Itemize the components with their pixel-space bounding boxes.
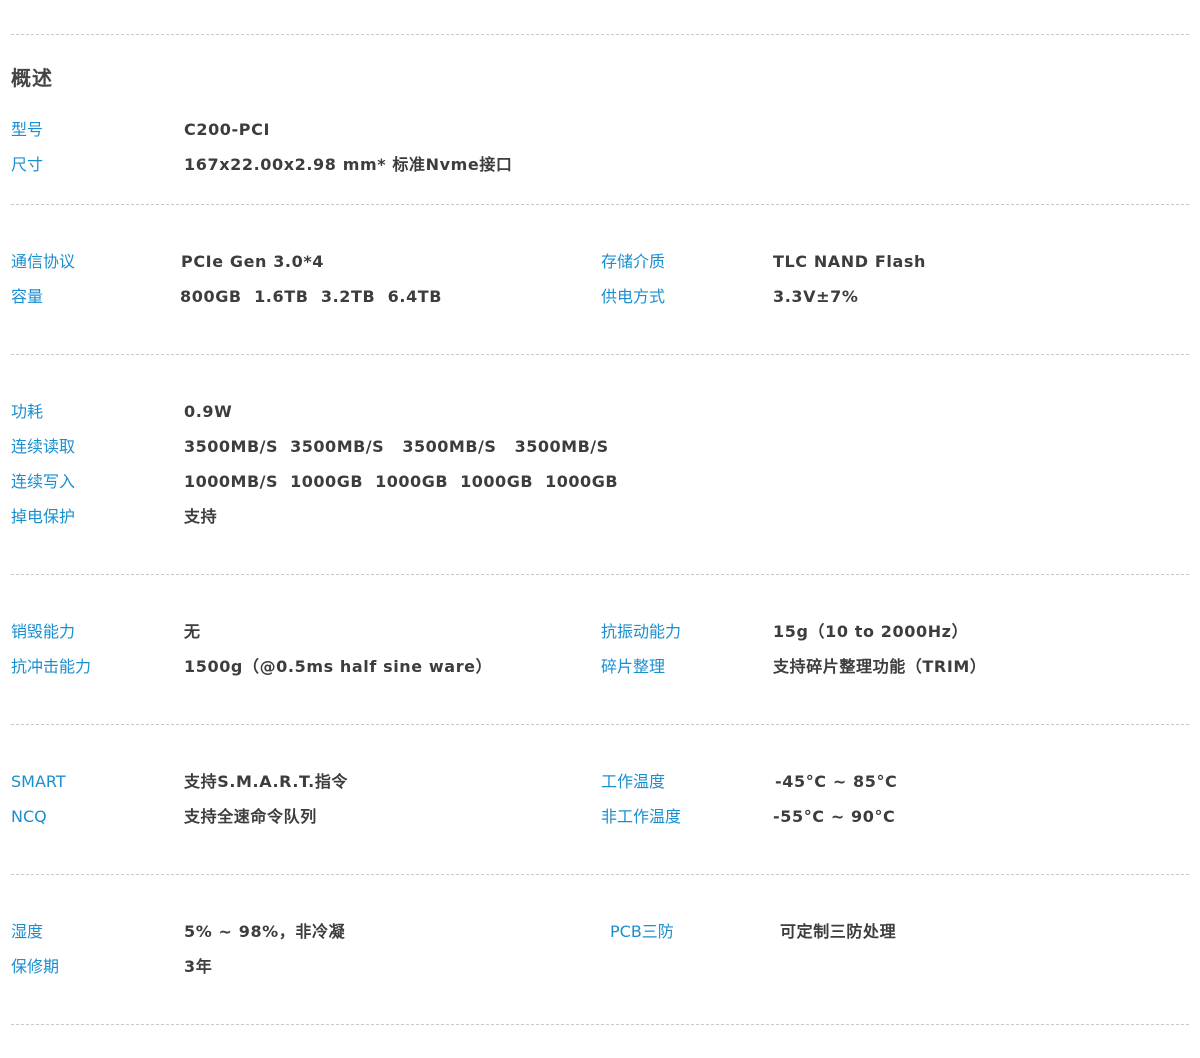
shock-label: 抗冲击能力 — [11, 657, 92, 676]
nonop-temp-label: 非工作温度 — [601, 807, 682, 826]
seq-read-value: 3500MB/S 3500MB/S 3500MB/S 3500MB/S — [184, 437, 609, 456]
humidity-value: 5% ~ 98%，非冷凝 — [184, 922, 346, 941]
consumption-label: 功耗 — [11, 402, 44, 421]
model-value: C200-PCI — [184, 120, 271, 139]
section-divider — [11, 354, 1189, 355]
warranty-value: 3年 — [184, 957, 213, 976]
overview-title: 概述 — [11, 66, 53, 90]
pcb-value: 可定制三防处理 — [780, 922, 897, 941]
vibration-label: 抗振动能力 — [601, 622, 682, 641]
destroy-label: 销毁能力 — [11, 622, 76, 641]
smart-label: SMART — [11, 772, 66, 791]
trim-label: 碎片整理 — [601, 657, 666, 676]
ncq-value: 支持全速命令队列 — [184, 807, 317, 826]
seq-write-value: 1000MB/S 1000GB 1000GB 1000GB 1000GB — [184, 472, 619, 491]
plp-value: 支持 — [184, 507, 218, 526]
protocol-value: PCIe Gen 3.0*4 — [181, 252, 325, 271]
section-divider — [11, 874, 1189, 875]
pcb-label: PCB三防 — [610, 922, 674, 941]
power-supply-value: 3.3V±7% — [773, 287, 859, 306]
consumption-value: 0.9W — [184, 402, 233, 421]
ncq-label: NCQ — [11, 807, 47, 826]
seq-read-label: 连续读取 — [11, 437, 76, 456]
section-divider — [11, 204, 1189, 205]
power-supply-label: 供电方式 — [601, 287, 666, 306]
op-temp-value: -45°C ~ 85°C — [775, 772, 898, 791]
plp-label: 掉电保护 — [11, 507, 76, 526]
vibration-value: 15g（10 to 2000Hz） — [773, 622, 969, 641]
op-temp-label: 工作温度 — [601, 772, 666, 791]
seq-write-label: 连续写入 — [11, 472, 76, 491]
destroy-value: 无 — [184, 622, 201, 641]
section-divider — [11, 34, 1189, 35]
section-divider — [11, 1024, 1189, 1025]
section-divider — [11, 724, 1189, 725]
protocol-label: 通信协议 — [11, 252, 76, 271]
media-label: 存储介质 — [601, 252, 666, 271]
size-value: 167x22.00x2.98 mm* 标准Nvme接口 — [184, 155, 513, 174]
model-label: 型号 — [11, 120, 44, 139]
humidity-label: 湿度 — [11, 922, 44, 941]
section-divider — [11, 574, 1189, 575]
trim-value: 支持碎片整理功能（TRIM） — [773, 657, 987, 676]
capacity-label: 容量 — [11, 287, 44, 306]
size-label: 尺寸 — [11, 155, 44, 174]
nonop-temp-value: -55°C ~ 90°C — [773, 807, 896, 826]
media-value: TLC NAND Flash — [773, 252, 926, 271]
capacity-value: 800GB 1.6TB 3.2TB 6.4TB — [180, 287, 443, 306]
smart-value: 支持S.M.A.R.T.指令 — [184, 772, 349, 791]
shock-value: 1500g（@0.5ms half sine ware） — [184, 657, 493, 676]
warranty-label: 保修期 — [11, 957, 60, 976]
